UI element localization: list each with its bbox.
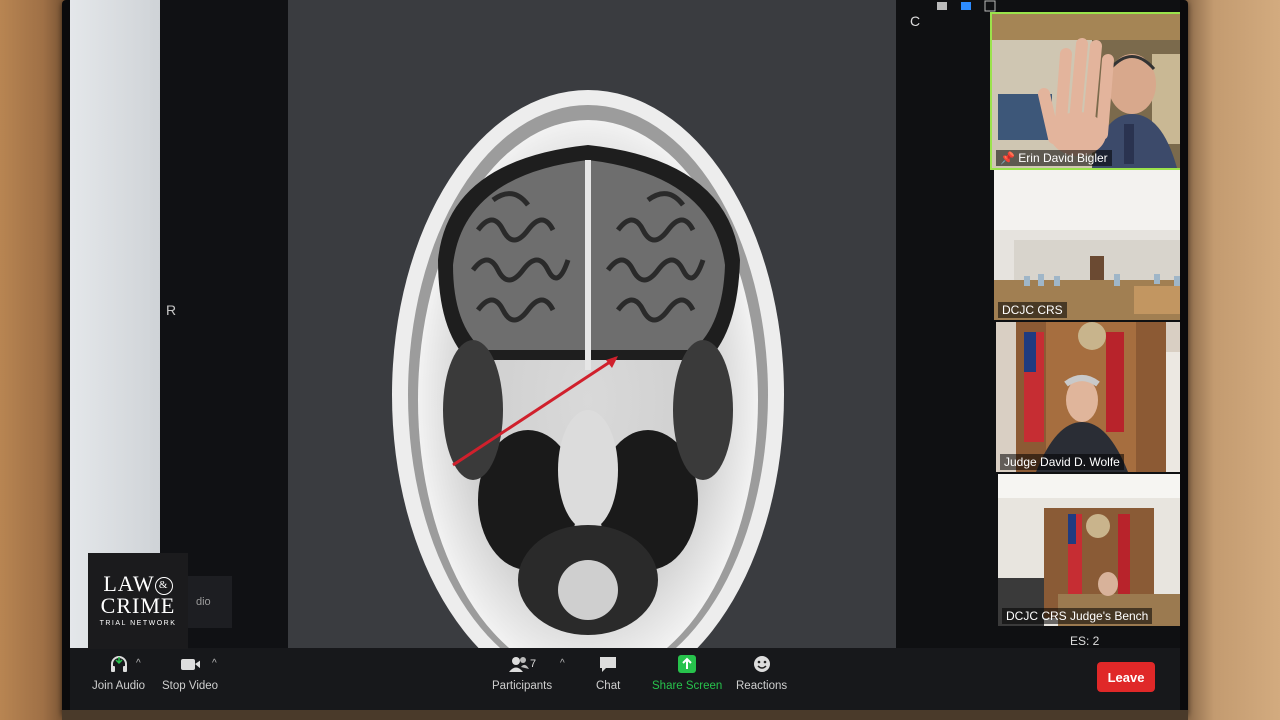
participant-name: DCJC CRS Judge's Bench xyxy=(1002,608,1153,624)
gallery-top-letter: C xyxy=(910,13,921,29)
participant-gallery: C 📌 Erin David Bigler DCJC CRS Judge Dav… xyxy=(896,0,1180,648)
shared-screen-mri xyxy=(288,0,896,648)
monitor-bottom-bezel xyxy=(62,710,1188,720)
share-screen-button[interactable]: Share Screen xyxy=(652,654,722,692)
participant-tile[interactable]: ··· Judge David D. Wolfe xyxy=(996,322,1180,472)
meeting-toolbar: Join Audio ^ Stop Video ^ 7 Participants… xyxy=(70,648,1180,710)
logo-line2: CRIME xyxy=(100,593,176,618)
view-controls-icon[interactable] xyxy=(911,0,1111,14)
zoom-window: R dio C 📌 Erin David Bigler DCJC CRS Jud… xyxy=(70,0,1180,710)
chat-button[interactable]: Chat xyxy=(596,654,620,692)
logo-line3: TRIAL NETWORK xyxy=(99,620,177,627)
smiley-icon xyxy=(752,654,772,674)
participants-button[interactable]: 7 Participants xyxy=(492,654,552,692)
left-panel-label: R xyxy=(166,302,177,318)
stop-video-label: Stop Video xyxy=(162,680,219,692)
gallery-view-controls xyxy=(911,0,1111,14)
leave-button[interactable]: Leave xyxy=(1097,662,1155,692)
left-panel xyxy=(160,0,288,648)
participant-video xyxy=(998,474,1180,626)
share-screen-icon xyxy=(677,654,697,674)
participant-video xyxy=(996,322,1180,472)
participants-count: 7 xyxy=(529,658,537,670)
audio-options-chevron-icon[interactable]: ^ xyxy=(136,658,141,669)
join-audio-label: Join Audio xyxy=(92,680,146,692)
participants-icon: 7 xyxy=(502,654,542,674)
chat-label: Chat xyxy=(596,680,621,692)
share-screen-label: Share Screen xyxy=(652,680,723,692)
video-options-chevron-icon[interactable]: ^ xyxy=(212,658,217,669)
participant-name: Judge David D. Wolfe xyxy=(1000,454,1124,470)
headphones-icon xyxy=(109,654,129,674)
reactions-label: Reactions xyxy=(736,680,788,692)
mri-scan-image xyxy=(392,90,784,648)
participant-tile[interactable]: DCJC CRS Judge's Bench xyxy=(998,474,1180,626)
participant-video xyxy=(994,170,1180,320)
law-and-crime-logo: LAW & CRIME TRIAL NETWORK xyxy=(88,553,188,649)
pin-icon: 📌 xyxy=(1000,151,1019,165)
chat-icon xyxy=(598,654,618,674)
participant-video xyxy=(992,14,1180,168)
participants-label: Participants xyxy=(492,680,553,692)
page-indicator: ES: 2 xyxy=(1070,634,1100,648)
participant-tile[interactable]: DCJC CRS xyxy=(994,170,1180,320)
participants-options-chevron-icon[interactable]: ^ xyxy=(560,658,565,669)
video-camera-icon xyxy=(180,654,201,674)
participant-tile[interactable]: 📌 Erin David Bigler xyxy=(990,12,1180,170)
stop-video-button[interactable]: Stop Video xyxy=(162,654,218,692)
reactions-button[interactable]: Reactions xyxy=(736,654,787,692)
participant-name: 📌 Erin David Bigler xyxy=(996,150,1112,166)
audio-fragment-label: dio xyxy=(186,576,232,628)
participant-name: DCJC CRS xyxy=(998,302,1067,318)
screen-glare xyxy=(70,0,160,648)
